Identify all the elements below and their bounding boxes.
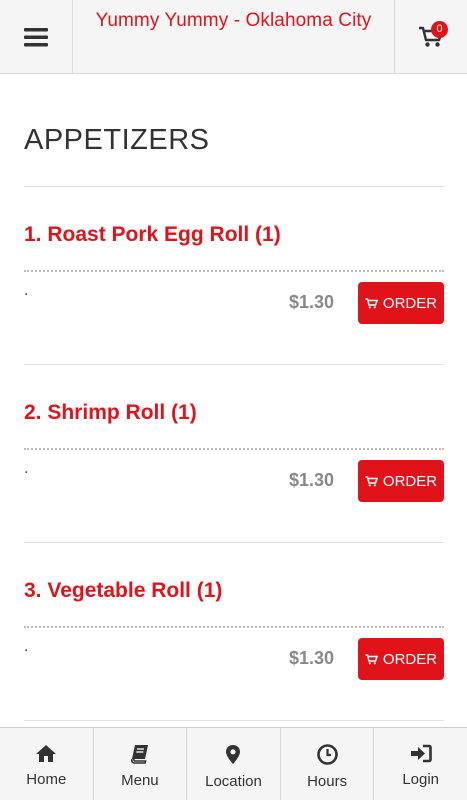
order-button[interactable]: ORDER xyxy=(358,460,444,502)
dotted-divider xyxy=(24,448,444,450)
cart-icon xyxy=(365,475,378,486)
item-price: $1.30 xyxy=(288,648,334,668)
bottom-nav: Home Menu Location Hours Login xyxy=(0,727,467,800)
item-description: . xyxy=(24,282,29,299)
menu-button[interactable] xyxy=(0,0,73,73)
tab-login[interactable]: Login xyxy=(374,728,467,800)
menu-item: 1. Roast Pork Egg Roll (1) . $1.30 ORDER xyxy=(24,187,444,365)
order-button-label: ORDER xyxy=(382,472,438,490)
tab-label: Hours xyxy=(307,773,348,790)
hamburger-icon xyxy=(24,27,48,46)
menu-content: APPETIZERS 1. Roast Pork Egg Roll (1) . … xyxy=(24,74,444,721)
restaurant-title: Yummy Yummy - Oklahoma City xyxy=(95,10,372,31)
map-pin-icon xyxy=(226,745,241,764)
cart-count-badge: 0 xyxy=(431,21,448,38)
item-description: . xyxy=(24,638,29,655)
tab-location[interactable]: Location xyxy=(187,728,281,800)
order-button-label: ORDER xyxy=(382,650,438,668)
item-price: $1.30 xyxy=(288,292,334,312)
item-name[interactable]: 2. Shrimp Roll (1) xyxy=(24,401,197,425)
tab-home[interactable]: Home xyxy=(0,728,94,800)
category-title: APPETIZERS xyxy=(24,124,210,156)
sign-in-icon xyxy=(410,744,432,763)
menu-item: 2. Shrimp Roll (1) . $1.30 ORDER xyxy=(24,365,444,543)
cart-button[interactable]: 0 xyxy=(394,0,467,73)
clock-icon xyxy=(316,744,338,765)
item-name[interactable]: 1. Roast Pork Egg Roll (1) xyxy=(24,223,281,247)
tab-label: Menu xyxy=(121,772,159,789)
dotted-divider xyxy=(24,270,444,272)
tab-menu[interactable]: Menu xyxy=(94,728,188,800)
menu-item: 3. Vegetable Roll (1) . $1.30 ORDER xyxy=(24,543,444,721)
cart-icon xyxy=(365,297,378,308)
dotted-divider xyxy=(24,626,444,628)
tab-hours[interactable]: Hours xyxy=(281,728,375,800)
book-icon xyxy=(130,745,148,764)
app-header: Yummy Yummy - Oklahoma City 0 xyxy=(0,0,467,74)
cart-icon xyxy=(365,653,378,664)
item-description: . xyxy=(24,460,29,477)
tab-label: Login xyxy=(402,771,440,788)
home-icon xyxy=(36,745,57,762)
tab-label: Location xyxy=(205,773,262,790)
order-button-label: ORDER xyxy=(382,294,438,312)
order-button[interactable]: ORDER xyxy=(358,282,444,324)
item-name[interactable]: 3. Vegetable Roll (1) xyxy=(24,579,222,603)
order-button[interactable]: ORDER xyxy=(358,638,444,680)
item-price: $1.30 xyxy=(288,470,334,490)
tab-label: Home xyxy=(26,771,67,788)
